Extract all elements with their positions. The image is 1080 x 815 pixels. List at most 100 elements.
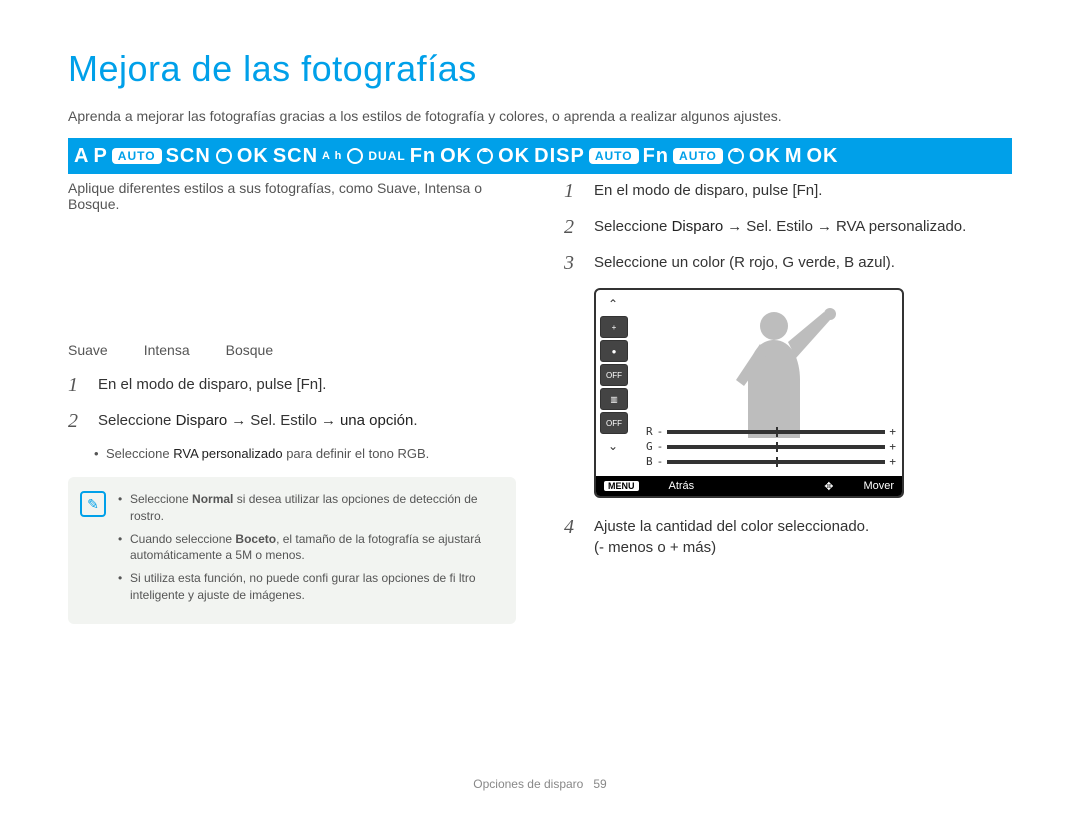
right-column: 1 En el modo de disparo, pulse [Fn]. 2 S… — [564, 180, 1012, 624]
step-number: 2 — [564, 216, 582, 238]
fn-button-label: Fn — [797, 182, 815, 199]
arrow-icon: → — [317, 412, 340, 429]
step-mid: Sel. Estilo — [250, 412, 317, 429]
bullet-trail: para definir el tono RGB. — [283, 446, 430, 461]
note-item: Seleccione Normal si desea utilizar las … — [118, 491, 500, 525]
slider-b: B - + — [646, 455, 896, 468]
left-subtitle: Aplique diferentes estilos a sus fotogra… — [68, 180, 516, 212]
step-mid: Sel. Estilo — [746, 218, 813, 235]
lcd-icon-strip: ⌃ + ● OFF ▥ OFF ⌄ — [600, 294, 630, 456]
mode-fn2: Fn — [643, 145, 669, 168]
step-text: En el modo de disparo, pulse [ — [594, 182, 797, 199]
mode-ok2: OK — [440, 145, 472, 168]
mode-scn: SCN — [166, 145, 211, 168]
bullet-lead: Seleccione — [106, 446, 173, 461]
right-step-1: 1 En el modo de disparo, pulse [Fn]. — [564, 180, 1012, 202]
note-item: Si utiliza esta función, no puede confi … — [118, 570, 500, 604]
slider-bar — [667, 445, 885, 449]
bullet-strong: RVA personalizado — [173, 446, 282, 461]
lcd-icon: OFF — [600, 364, 628, 386]
style-suave: Suave — [68, 342, 108, 358]
footer-page-number: 59 — [593, 777, 606, 791]
mode-disp: DISP — [534, 145, 585, 168]
note-box: ✎ Seleccione Normal si desea utilizar la… — [68, 477, 516, 624]
slider-g: G - + — [646, 440, 896, 453]
mode-bar: A P AUTO SCN OK SCN A h DUAL Fn OK OK DI… — [68, 138, 1012, 174]
right-step-3: 3 Seleccione un color (R rojo, G verde, … — [564, 252, 1012, 274]
slider-minus: - — [657, 440, 664, 453]
mode-ok: OK — [237, 145, 269, 168]
lcd-icon: OFF — [600, 412, 628, 434]
lcd-caret-up-icon: ⌃ — [600, 294, 626, 314]
step-text: Seleccione — [594, 218, 672, 235]
right-step-2: 2 Seleccione Disparo→Sel. Estilo→RVA per… — [564, 216, 1012, 238]
step-number: 2 — [68, 410, 86, 432]
mode-fn: Fn — [410, 145, 436, 168]
mode-scn2: SCN — [273, 145, 318, 168]
sub-bullet: Seleccione RVA personalizado para defini… — [94, 446, 516, 461]
style-intensa: Intensa — [144, 342, 190, 358]
arrow-icon: → — [813, 218, 836, 235]
slider-label: G — [646, 440, 653, 453]
slider-plus: + — [889, 425, 896, 438]
step-strong: Disparo — [176, 412, 228, 429]
step-strong: Disparo — [672, 218, 724, 235]
dial-icon — [215, 145, 233, 168]
intro-text: Aprenda a mejorar las fotografías gracia… — [68, 108, 1012, 124]
mode-auto-badge: AUTO — [112, 148, 162, 164]
step-number: 1 — [68, 374, 86, 396]
mode-ok3: OK — [498, 145, 530, 168]
slider-plus: + — [889, 440, 896, 453]
step-mid2: RVA personalizado — [836, 218, 962, 235]
footer-section: Opciones de disparo — [473, 777, 583, 791]
lcd-icon: ● — [600, 340, 628, 362]
mode-m: M — [785, 145, 803, 168]
fn-button-label: Fn — [301, 376, 319, 393]
step-line1: Ajuste la cantidad del color seleccionad… — [594, 516, 869, 537]
lcd-icon: + — [600, 316, 628, 338]
note-item: Cuando seleccione Boceto, el tamaño de l… — [118, 531, 500, 565]
mode-ok4: OK — [749, 145, 781, 168]
mode-ah: A h — [322, 150, 342, 162]
menu-badge: MENU — [604, 481, 639, 491]
lcd-back-label: Atrás — [669, 480, 695, 492]
note-lead: Cuando seleccione — [130, 532, 235, 546]
step-number: 4 — [564, 516, 582, 558]
right-step-4: 4 Ajuste la cantidad del color seleccion… — [564, 516, 1012, 558]
dial-icon — [476, 145, 494, 168]
style-bosque: Bosque — [226, 342, 273, 358]
mode-a: A — [74, 145, 89, 168]
mode-auto-badge3: AUTO — [673, 148, 723, 164]
note-strong: Normal — [192, 492, 233, 506]
camera-lcd: ⌃ + ● OFF ▥ OFF ⌄ — [594, 288, 904, 498]
lcd-move-label: Mover — [863, 480, 894, 492]
move-icon: ✥ — [824, 480, 833, 493]
lcd-icon: ▥ — [600, 388, 628, 410]
arrow-icon: → — [723, 218, 746, 235]
lcd-person-icon — [696, 300, 856, 440]
step-text: Seleccione — [98, 412, 176, 429]
page-title: Mejora de las fotografías — [68, 48, 1012, 90]
page-footer: Opciones de disparo 59 — [0, 777, 1080, 791]
lcd-footer: MENU Atrás ✥ Mover — [596, 476, 902, 496]
step-strong: una opción — [340, 412, 413, 429]
slider-minus: - — [657, 455, 664, 468]
mode-auto-badge2: AUTO — [589, 148, 639, 164]
step-trail: . — [413, 412, 417, 429]
note-strong: Boceto — [235, 532, 276, 546]
slider-bar — [667, 430, 885, 434]
sub-bullets: Seleccione RVA personalizado para defini… — [94, 446, 516, 461]
step-trail: . — [962, 218, 966, 235]
step-line2: (- menos o + más) — [594, 537, 869, 558]
mode-ok5: OK — [806, 145, 838, 168]
dial-icon — [346, 145, 364, 168]
slider-minus: - — [657, 425, 664, 438]
slider-plus: + — [889, 455, 896, 468]
style-row: Suave Intensa Bosque — [68, 342, 516, 358]
lcd-sliders: R - + G - + B - + — [646, 425, 896, 470]
slider-label: B — [646, 455, 653, 468]
arrow-icon: → — [227, 412, 250, 429]
step-text-trail: ]. — [814, 182, 822, 199]
step-text: Seleccione un color (R rojo, G verde, B … — [594, 252, 895, 274]
mode-p: P — [93, 145, 107, 168]
